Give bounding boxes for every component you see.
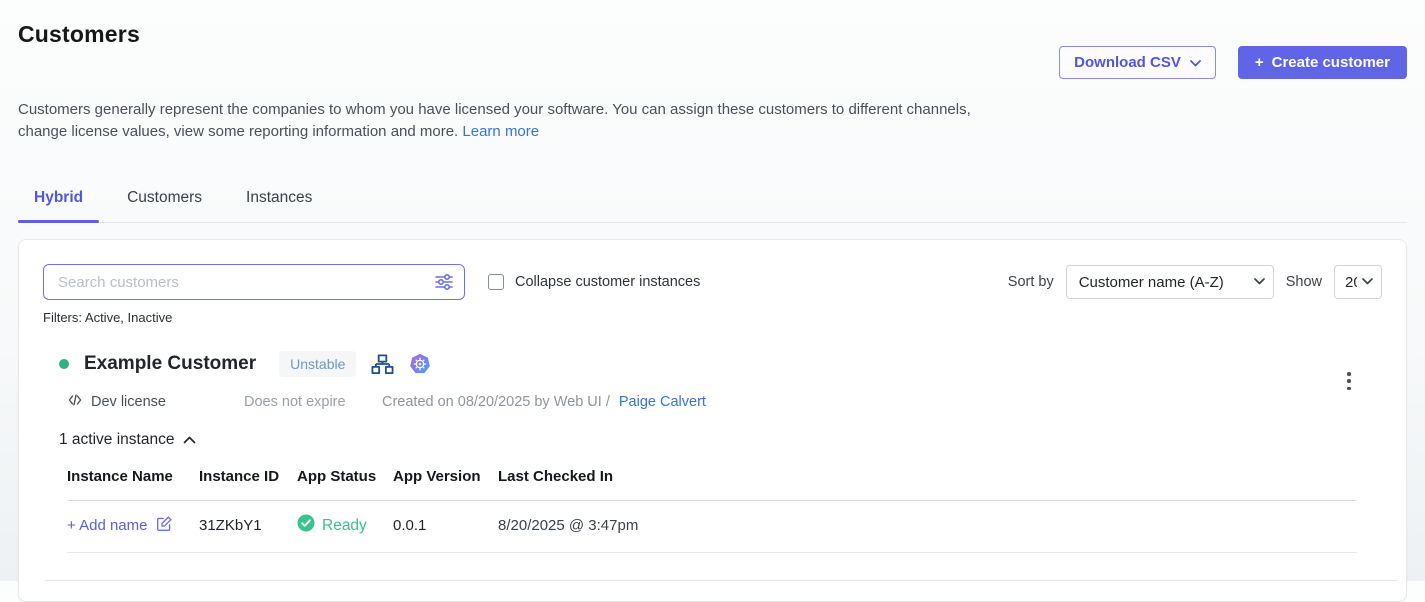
instance-row: + Add name 31ZKbY1	[67, 501, 1357, 553]
show-label: Show	[1286, 274, 1322, 290]
sort-select-wrap: Customer name (A-Z)	[1066, 265, 1274, 299]
toolbar: Collapse customer instances Sort by Cust…	[43, 264, 1382, 300]
license-type: Dev license	[67, 392, 244, 412]
show-select[interactable]: 20	[1334, 265, 1382, 299]
chevron-down-icon	[1190, 54, 1201, 71]
page-header: Customers Download CSV + Create customer	[18, 0, 1407, 79]
edit-icon[interactable]	[156, 515, 173, 536]
created-info: Created on 08/20/2025 by Web UI / Paige …	[382, 394, 706, 410]
sort-by-label: Sort by	[1008, 274, 1054, 290]
toolbar-right: Sort by Customer name (A-Z) Show 20	[1008, 265, 1382, 299]
show-select-wrap: 20	[1334, 265, 1382, 299]
create-customer-label: Create customer	[1272, 54, 1390, 71]
instances-toggle[interactable]: 1 active instance	[59, 431, 1382, 449]
sort-select[interactable]: Customer name (A-Z)	[1066, 265, 1274, 299]
collapse-instances-toggle[interactable]: Collapse customer instances	[488, 274, 700, 290]
code-icon	[67, 392, 83, 412]
learn-more-link[interactable]: Learn more	[462, 123, 539, 140]
active-filters-text: Filters: Active, Inactive	[43, 310, 1382, 325]
tab-instances[interactable]: Instances	[230, 179, 328, 222]
tab-bar: Hybrid Customers Instances	[18, 179, 1407, 223]
last-checked-in-cell: 8/20/2025 @ 3:47pm	[498, 517, 1357, 534]
check-circle-icon	[297, 514, 315, 537]
customer-header: Example Customer Unstable	[59, 351, 1382, 377]
license-expiry: Does not expire	[244, 394, 382, 410]
col-last-checked-in: Last Checked In	[498, 468, 1357, 485]
kubernetes-icon	[409, 353, 431, 375]
customer-block: Example Customer Unstable	[43, 351, 1382, 581]
instances-table: Instance Name Instance ID App Status App…	[67, 468, 1357, 553]
customer-kebab-menu[interactable]	[1340, 370, 1358, 392]
collapse-instances-checkbox[interactable]	[488, 274, 504, 290]
channel-badge: Unstable	[279, 351, 356, 377]
app-status-label: Ready	[322, 517, 367, 535]
instance-name-cell: + Add name	[67, 515, 199, 536]
page-title: Customers	[18, 21, 140, 48]
customer-meta: Dev license Does not expire Created on 0…	[59, 392, 1382, 412]
collapse-instances-label: Collapse customer instances	[515, 274, 700, 290]
col-app-version: App Version	[393, 468, 498, 485]
download-csv-label: Download CSV	[1074, 54, 1181, 71]
customers-card: Collapse customer instances Sort by Cust…	[18, 239, 1407, 602]
chevron-up-icon	[183, 431, 196, 449]
col-instance-name: Instance Name	[67, 468, 199, 485]
tab-customers[interactable]: Customers	[111, 179, 218, 222]
app-status-cell: Ready	[297, 514, 393, 537]
filter-sliders-icon[interactable]	[434, 272, 454, 292]
customer-name[interactable]: Example Customer	[84, 353, 256, 375]
instances-summary-label: 1 active instance	[59, 431, 174, 449]
col-instance-id: Instance ID	[199, 468, 297, 485]
header-actions: Download CSV + Create customer	[1059, 46, 1407, 79]
app-version-cell: 0.0.1	[393, 517, 498, 534]
instance-id-cell: 31ZKbY1	[199, 517, 297, 534]
search-wrap	[43, 264, 465, 300]
add-name-link[interactable]: + Add name	[67, 517, 147, 534]
active-status-dot	[59, 359, 69, 369]
tab-hybrid[interactable]: Hybrid	[18, 179, 99, 222]
page-description: Customers generally represent the compan…	[18, 99, 983, 143]
search-input[interactable]	[43, 264, 465, 300]
customers-page: Customers Download CSV + Create customer…	[0, 0, 1425, 602]
plus-icon: +	[1255, 54, 1264, 71]
sitemap-icon	[371, 353, 394, 376]
created-text: Created on 08/20/2025 by Web UI /	[382, 394, 610, 410]
created-by-link[interactable]: Paige Calvert	[619, 394, 706, 410]
col-app-status: App Status	[297, 468, 393, 485]
instances-table-header: Instance Name Instance ID App Status App…	[67, 468, 1357, 501]
create-customer-button[interactable]: + Create customer	[1238, 46, 1407, 79]
download-csv-button[interactable]: Download CSV	[1059, 46, 1216, 79]
license-type-label: Dev license	[91, 394, 166, 410]
